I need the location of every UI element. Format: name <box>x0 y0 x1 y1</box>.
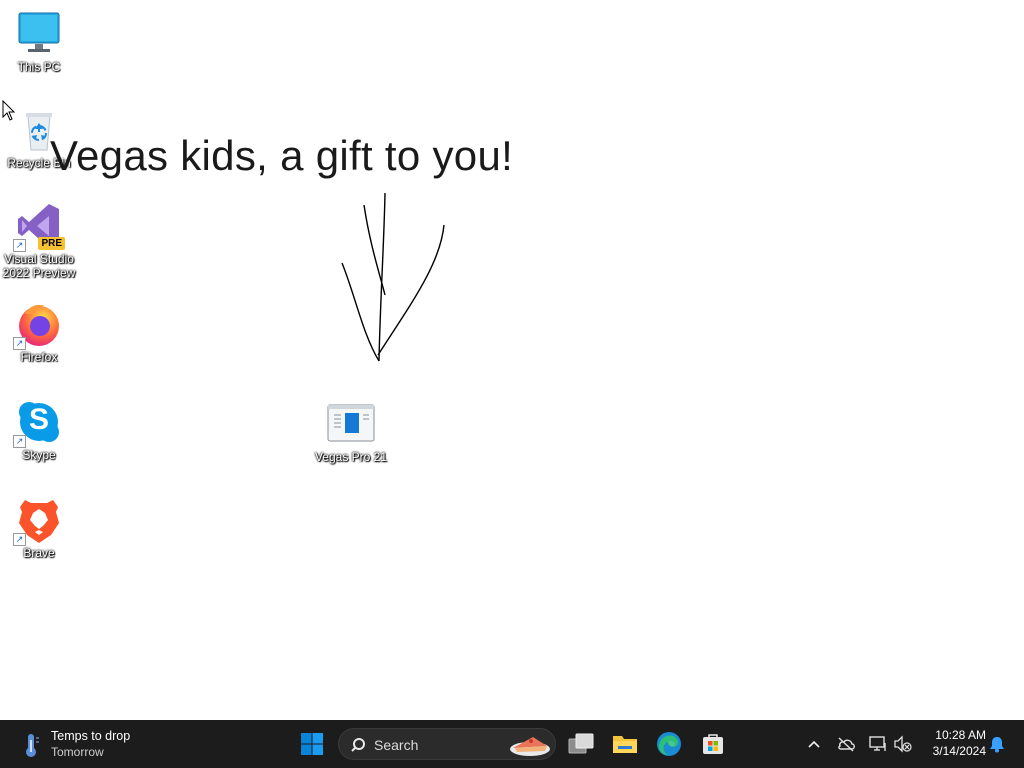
shortcut-arrow-icon: ↗ <box>13 435 26 448</box>
shortcut-arrow-icon: ↗ <box>13 239 26 252</box>
desktop-icon-vegas-pro[interactable]: Vegas Pro 21 <box>312 400 390 464</box>
cloud-offline-icon <box>838 737 855 752</box>
skype-letter: S <box>28 403 49 436</box>
taskbar-search-box[interactable]: Search <box>338 728 556 760</box>
clock[interactable]: 10:28 AM 3/14/2024 <box>920 727 986 759</box>
file-explorer-taskbar-button[interactable] <box>607 726 643 762</box>
task-view-button[interactable] <box>563 726 599 762</box>
desktop-icon-label: Skype <box>22 448 56 462</box>
search-highlight-pie-icon <box>510 737 550 756</box>
search-placeholder: Search <box>374 737 419 753</box>
desktop: This PC Recycle Bin PRE ↗ Visual Studio <box>0 0 1024 720</box>
microsoft-store-taskbar-button[interactable] <box>695 726 731 762</box>
desktop-icon-label: Firefox <box>20 350 58 364</box>
store-bag-icon <box>703 734 723 754</box>
desktop-icon-firefox[interactable]: ↗ Firefox <box>0 300 78 364</box>
window-app-icon <box>327 400 375 448</box>
desktop-icon-this-pc[interactable]: This PC <box>0 10 78 74</box>
visual-studio-icon: PRE ↗ <box>13 202 65 252</box>
edge-icon <box>657 732 681 756</box>
weather-subline: Tomorrow <box>51 745 104 759</box>
speaker-muted-icon <box>894 735 912 753</box>
desktop-icon-skype[interactable]: S ↗ Skype <box>0 398 78 462</box>
clock-date: 3/14/2024 <box>932 744 986 758</box>
desktop-icon-label: Visual Studio 2022 Preview <box>2 252 76 280</box>
hand-drawn-arrow <box>341 192 445 362</box>
desktop-icon-label: Brave <box>23 546 55 560</box>
volume-button[interactable] <box>891 732 915 756</box>
onedrive-status-button[interactable] <box>834 732 858 756</box>
firefox-icon: ↗ <box>13 300 63 350</box>
network-status-button[interactable] <box>866 732 890 756</box>
skype-icon: S ↗ <box>13 398 63 448</box>
taskbar: Temps to drop Tomorrow Search 10:28 AM 3… <box>0 720 1024 768</box>
show-hidden-icons-button[interactable] <box>802 732 826 756</box>
edge-taskbar-button[interactable] <box>651 726 687 762</box>
start-button[interactable] <box>294 726 330 762</box>
desktop-icon-visual-studio[interactable]: PRE ↗ Visual Studio 2022 Preview <box>0 202 78 280</box>
preview-badge: PRE <box>38 237 65 250</box>
folder-icon <box>613 736 637 753</box>
windows-logo-icon <box>301 733 323 755</box>
bell-icon <box>990 737 1004 753</box>
brave-lion-icon: ↗ <box>13 496 63 546</box>
thermometer-icon <box>26 734 39 757</box>
shortcut-arrow-icon: ↗ <box>13 533 26 546</box>
chevron-up-icon <box>808 740 820 748</box>
desktop-icon-label: Vegas Pro 21 <box>314 450 388 464</box>
desktop-icon-label: This PC <box>17 60 61 74</box>
weather-widget[interactable]: Temps to drop Tomorrow <box>18 728 148 760</box>
desktop-icon-brave[interactable]: ↗ Brave <box>0 496 78 560</box>
clock-time: 10:28 AM <box>935 728 986 742</box>
notifications-button[interactable] <box>985 732 1009 756</box>
task-view-icon <box>568 733 594 754</box>
network-monitor-icon <box>869 736 886 751</box>
mouse-cursor-icon <box>2 100 16 121</box>
wallpaper-banner-text: Vegas kids, a gift to you! <box>50 132 514 179</box>
shortcut-arrow-icon: ↗ <box>13 337 26 350</box>
weather-headline: Temps to drop <box>51 729 131 743</box>
monitor-icon <box>15 10 63 58</box>
search-icon <box>351 738 365 752</box>
